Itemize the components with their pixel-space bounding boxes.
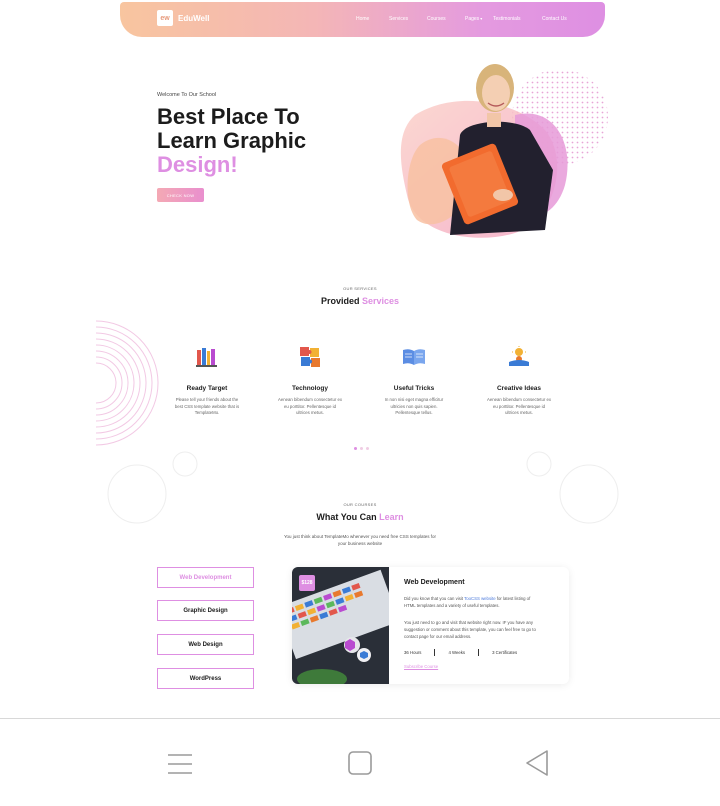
puzzle-icon (300, 347, 320, 367)
nav-pages[interactable]: Pages ▾ (465, 16, 482, 22)
course-card: $128 Web Development Did you know that y… (292, 567, 569, 684)
tab-graphic-design[interactable]: Graphic Design (157, 600, 254, 621)
services-title-accent: Services (361, 296, 400, 306)
card-paragraph-2: You just need to go and visit that websi… (404, 620, 536, 639)
logo-text: EduWell (178, 13, 210, 23)
logo[interactable]: ew EduWell (157, 10, 209, 26)
hero-title-accent: Design! (157, 152, 238, 177)
service-text: Please tell your friends about the best C… (174, 397, 240, 415)
logo-mark: ew (157, 10, 173, 26)
course-weeks: 4 Weeks (448, 650, 466, 655)
hero-title-line2: Learn Graphic (157, 128, 307, 153)
service-card-technology: Technology Aenean bibendum consectetur e… (265, 346, 355, 417)
course-hours: 36 Hours (404, 650, 422, 655)
service-title: Technology (292, 385, 328, 392)
service-text: Aenean bibendum consectetur ex eu porttit… (486, 397, 552, 415)
hero-title: Best Place To Learn Graphic Design! (157, 105, 306, 177)
open-book-icon (403, 349, 425, 365)
decorative-circles (107, 451, 619, 524)
service-card-ready-target: Ready Target Please tell your friends ab… (162, 346, 252, 417)
courses-title-plain: What You Can (316, 512, 380, 522)
site-header: ew EduWell Home Services Courses Pages ▾… (0, 0, 720, 40)
card-paragraph-1: Did you know that you can visit TooCSS w… (404, 596, 531, 608)
services-kicker: OUR SERVICES (343, 286, 377, 291)
service-text: In non nisi eget magna efficitur ultricie… (384, 397, 444, 415)
card-title: Web Development (404, 579, 465, 586)
nav-pages-label: Pages (465, 16, 480, 22)
service-card-creative-ideas: Creative Ideas Aenean bibendum consectet… (474, 346, 564, 417)
service-title: Ready Target (186, 385, 228, 392)
service-card-useful-tricks: Useful Tricks In non nisi eget magna eff… (369, 346, 459, 417)
nav-courses[interactable]: Courses (427, 16, 446, 22)
nav-home[interactable]: Home (356, 16, 369, 22)
nav-services[interactable]: Services (389, 16, 408, 22)
books-icon (196, 348, 217, 367)
meta-divider (434, 649, 436, 656)
subscribe-course-link[interactable]: Subscribe Course (404, 664, 438, 669)
courses-title: What You Can Learn (0, 512, 720, 522)
courses-kicker: OUR COURSES (343, 502, 377, 507)
nav-contact[interactable]: Contact Us (542, 16, 567, 22)
hero-title-line1: Best Place To (157, 104, 300, 129)
back-icon[interactable] (524, 749, 550, 777)
hero-welcome: Welcome To Our School (157, 92, 217, 98)
check-now-button[interactable]: CHECK NOW (157, 188, 204, 202)
courses-description: You just think about TemplateMo whenever… (283, 534, 437, 546)
toocss-link[interactable]: TooCSS website (464, 596, 496, 601)
service-title: Creative Ideas (496, 385, 542, 392)
services-title-plain: Provided (320, 296, 362, 306)
tab-wordpress[interactable]: WordPress (157, 668, 254, 689)
system-navigation-bar (0, 718, 720, 806)
service-title: Useful Tricks (393, 385, 435, 392)
chevron-down-icon: ▾ (479, 16, 483, 21)
tab-web-design[interactable]: Web Design (157, 634, 254, 655)
course-certificates: 3 Certificates (492, 650, 518, 655)
nav-testimonials[interactable]: Testimonials (493, 16, 521, 22)
menu-icon[interactable] (166, 752, 194, 776)
service-text: Aenean bibendum consectetur ex eu porttit… (277, 397, 343, 415)
course-meta: 36 Hours 4 Weeks 3 Certificates (404, 649, 517, 656)
reading-idea-icon (509, 346, 529, 366)
services-title: Provided Services (0, 296, 720, 306)
tab-web-development[interactable]: Web Development (157, 567, 254, 588)
price-tag: $128 (299, 575, 315, 591)
courses-title-accent: Learn (379, 512, 404, 522)
home-square-icon[interactable] (347, 750, 373, 776)
concentric-arcs-decoration (96, 320, 159, 446)
hero-illustration (400, 64, 608, 238)
meta-divider (478, 649, 480, 656)
